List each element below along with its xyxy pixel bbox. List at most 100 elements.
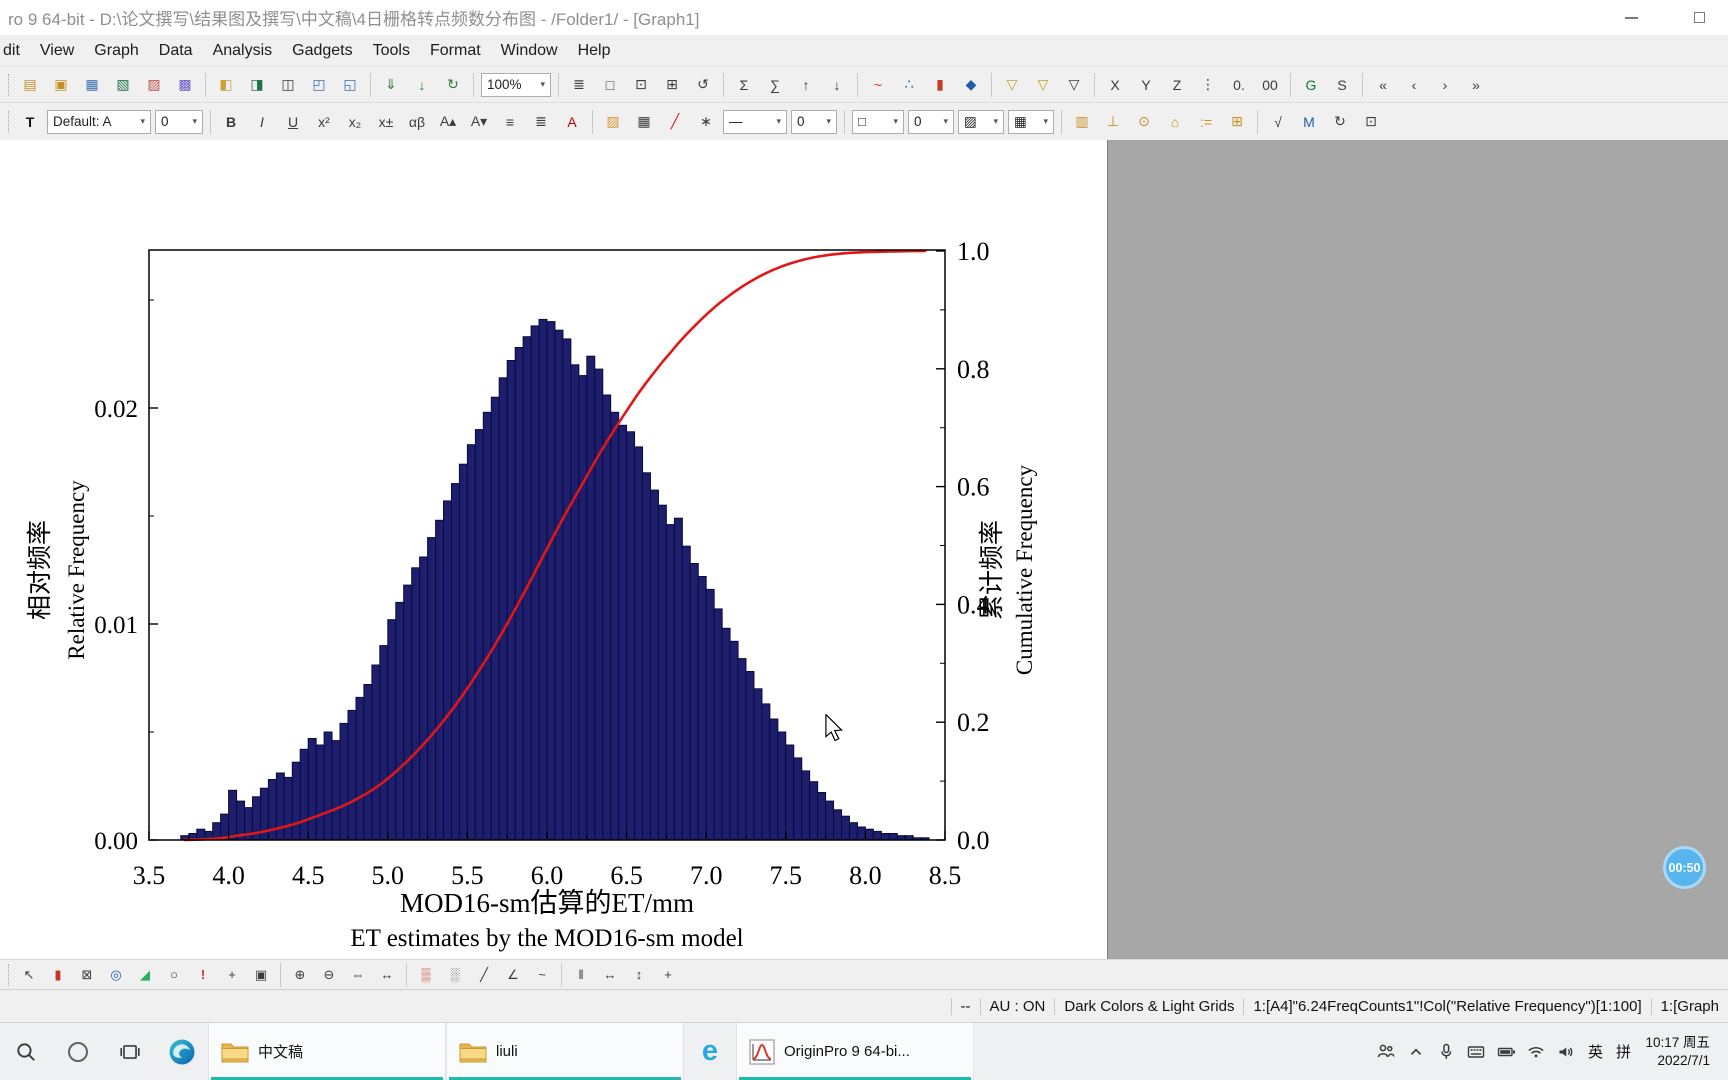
menu-tools[interactable]: Tools bbox=[363, 38, 420, 64]
screen-reader-button[interactable]: ◎ bbox=[102, 963, 130, 987]
menu-help[interactable]: Help bbox=[568, 38, 621, 64]
line-color-button[interactable]: ╱ bbox=[660, 109, 690, 135]
recalculate-button[interactable]: ↻ bbox=[438, 72, 468, 98]
menu-data[interactable]: Data bbox=[149, 38, 203, 64]
draw-line-button[interactable]: ╱ bbox=[470, 963, 498, 987]
x-distance-button[interactable]: ↔ bbox=[596, 963, 624, 987]
data-filter-button[interactable]: ▽ bbox=[997, 72, 1027, 98]
tray-people-button[interactable] bbox=[1371, 1023, 1401, 1080]
new-matrix-button[interactable]: ▩ bbox=[170, 72, 200, 98]
import-wizard-button[interactable]: ⇓ bbox=[376, 72, 406, 98]
update-objects-button[interactable]: ↻ bbox=[1325, 109, 1355, 135]
pan-tool-button[interactable]: ⇔ bbox=[344, 963, 372, 987]
set-as-y-button[interactable]: Y bbox=[1131, 72, 1161, 98]
menu-analysis[interactable]: Analysis bbox=[203, 38, 283, 64]
tray-show-hidden-button[interactable] bbox=[1401, 1023, 1431, 1080]
script-mode-button[interactable]: S bbox=[1327, 72, 1357, 98]
align-center-button[interactable]: ≣ bbox=[526, 109, 556, 135]
date-stamp-button[interactable]: ⊙ bbox=[1129, 109, 1159, 135]
insert-graph-button[interactable]: ⊡ bbox=[1356, 109, 1386, 135]
taskbar-edge-button[interactable] bbox=[156, 1023, 208, 1080]
area-gadget-button[interactable]: ◢ bbox=[131, 963, 159, 987]
rescale-tool-button[interactable]: ↔ bbox=[373, 963, 401, 987]
hatch-combo[interactable]: ▨ ▾ bbox=[958, 109, 1004, 134]
minimize-button[interactable] bbox=[1616, 0, 1646, 35]
add-color-scale-button[interactable]: ▥ bbox=[1067, 109, 1097, 135]
open-excel-button[interactable]: ◨ bbox=[242, 72, 272, 98]
insert-equation-button[interactable]: √ bbox=[1263, 109, 1293, 135]
fill-color-button[interactable]: ▨ bbox=[598, 109, 628, 135]
underline-button[interactable]: U bbox=[278, 109, 308, 135]
subscript-button[interactable]: x₂ bbox=[340, 109, 370, 135]
new-folder-button[interactable]: ▣ bbox=[46, 72, 76, 98]
text-tool-button[interactable]: T bbox=[15, 109, 45, 135]
new-project-button[interactable]: ▤ bbox=[15, 72, 45, 98]
legend-button[interactable]: := bbox=[1191, 109, 1221, 135]
menu-view[interactable]: View bbox=[30, 38, 84, 64]
superscript-button[interactable]: x² bbox=[309, 109, 339, 135]
plot-scatter-button[interactable]: ∴ bbox=[894, 72, 924, 98]
open-template-button[interactable]: ◫ bbox=[273, 72, 303, 98]
font-color-button[interactable]: A bbox=[557, 109, 587, 135]
ime-indicator[interactable]: 拼 bbox=[1609, 1041, 1637, 1062]
bold-button[interactable]: B bbox=[216, 109, 246, 135]
xy-distance-button[interactable]: + bbox=[654, 963, 682, 987]
layer-manager-button[interactable]: ▣ bbox=[247, 963, 275, 987]
taskbar-search-button[interactable] bbox=[0, 1023, 52, 1080]
taskbar-clock[interactable]: 10:17 周五 2022/7/1 bbox=[1637, 1034, 1718, 1069]
sort-descending-button[interactable]: ↓ bbox=[822, 72, 852, 98]
import-ascii-button[interactable]: ↓ bbox=[407, 72, 437, 98]
mask-points-button[interactable]: ▒ bbox=[412, 963, 440, 987]
pointer-tool-button[interactable]: ↖ bbox=[15, 963, 43, 987]
zoom-out-tool-button[interactable]: ⊖ bbox=[315, 963, 343, 987]
previous-window-button[interactable]: ‹ bbox=[1399, 72, 1429, 98]
zoom-combo[interactable]: 100% ▾ bbox=[481, 72, 551, 97]
save-template-button[interactable]: ◱ bbox=[335, 72, 365, 98]
insert-object-button[interactable]: M bbox=[1294, 109, 1324, 135]
super-subscript-button[interactable]: x± bbox=[371, 109, 401, 135]
sort-ascending-button[interactable]: ↑ bbox=[791, 72, 821, 98]
copy-graph-button[interactable]: ⊡ bbox=[626, 72, 656, 98]
freehand-draw-button[interactable]: ~ bbox=[528, 963, 556, 987]
unmask-points-button[interactable]: ░ bbox=[441, 963, 469, 987]
new-excel-button[interactable]: ▧ bbox=[108, 72, 138, 98]
lock-filter-button[interactable]: ▽ bbox=[1028, 72, 1058, 98]
line-style-combo[interactable]: — ▾ bbox=[723, 109, 787, 134]
project-path-button[interactable]: ⌂ bbox=[1160, 109, 1190, 135]
menu-format[interactable]: Format bbox=[420, 38, 491, 64]
border-combo[interactable]: □ ▾ bbox=[852, 109, 904, 134]
menu-graph[interactable]: Graph bbox=[84, 38, 148, 64]
add-table-button[interactable]: ⊞ bbox=[1222, 109, 1252, 135]
pattern-button[interactable]: ▦ bbox=[629, 109, 659, 135]
new-layout-button[interactable]: ⊞ bbox=[657, 72, 687, 98]
tray-battery-button[interactable] bbox=[1491, 1023, 1521, 1080]
taskbar-cortana-button[interactable] bbox=[52, 1023, 104, 1080]
new-workbook-button[interactable]: ▦ bbox=[77, 72, 107, 98]
font-size-combo[interactable]: 0 ▾ bbox=[155, 109, 203, 134]
region-select-button[interactable]: ⊠ bbox=[73, 963, 101, 987]
draw-polyline-button[interactable]: ∠ bbox=[499, 963, 527, 987]
tray-touch-keyboard-button[interactable] bbox=[1461, 1023, 1491, 1080]
text-style-combo[interactable]: Default: A ▾ bbox=[47, 109, 151, 134]
border-width-combo[interactable]: 0 ▾ bbox=[908, 109, 954, 134]
taskbar-ie-button[interactable]: e bbox=[684, 1023, 736, 1080]
new-graph-button[interactable]: ▨ bbox=[139, 72, 169, 98]
annotation-button[interactable]: ! bbox=[189, 963, 217, 987]
taskbar-taskview-button[interactable] bbox=[104, 1023, 156, 1080]
y-distance-button[interactable]: ↕ bbox=[625, 963, 653, 987]
taskbar-origin-button[interactable]: OriginPro 9 64-bi... bbox=[736, 1023, 974, 1080]
taskbar-folder-liuli-button[interactable]: liuli bbox=[446, 1023, 684, 1080]
stats-on-rows-button[interactable]: ∑ bbox=[760, 72, 790, 98]
open-button[interactable]: ◧ bbox=[211, 72, 241, 98]
line-width-combo[interactable]: 0 ▾ bbox=[791, 109, 837, 134]
vertical-cursor-button[interactable]: ‖ bbox=[567, 963, 595, 987]
plot-column-button[interactable]: ▮ bbox=[925, 72, 955, 98]
zoom-in-tool-button[interactable]: ⊕ bbox=[286, 963, 314, 987]
increase-font-button[interactable]: A▴ bbox=[433, 109, 463, 135]
graph-window[interactable]: 3.5 4.0 4.5 5.0 5.5 6.0 6.5 7.0 7.5 8.0 8.5 0.00 0.0… bbox=[0, 140, 1108, 959]
align-left-button[interactable]: ≡ bbox=[495, 109, 525, 135]
next-window-button[interactable]: › bbox=[1430, 72, 1460, 98]
column-gadget-button[interactable]: ▮ bbox=[44, 963, 72, 987]
stats-on-columns-button[interactable]: Σ bbox=[729, 72, 759, 98]
print-button[interactable]: ≣ bbox=[564, 72, 594, 98]
